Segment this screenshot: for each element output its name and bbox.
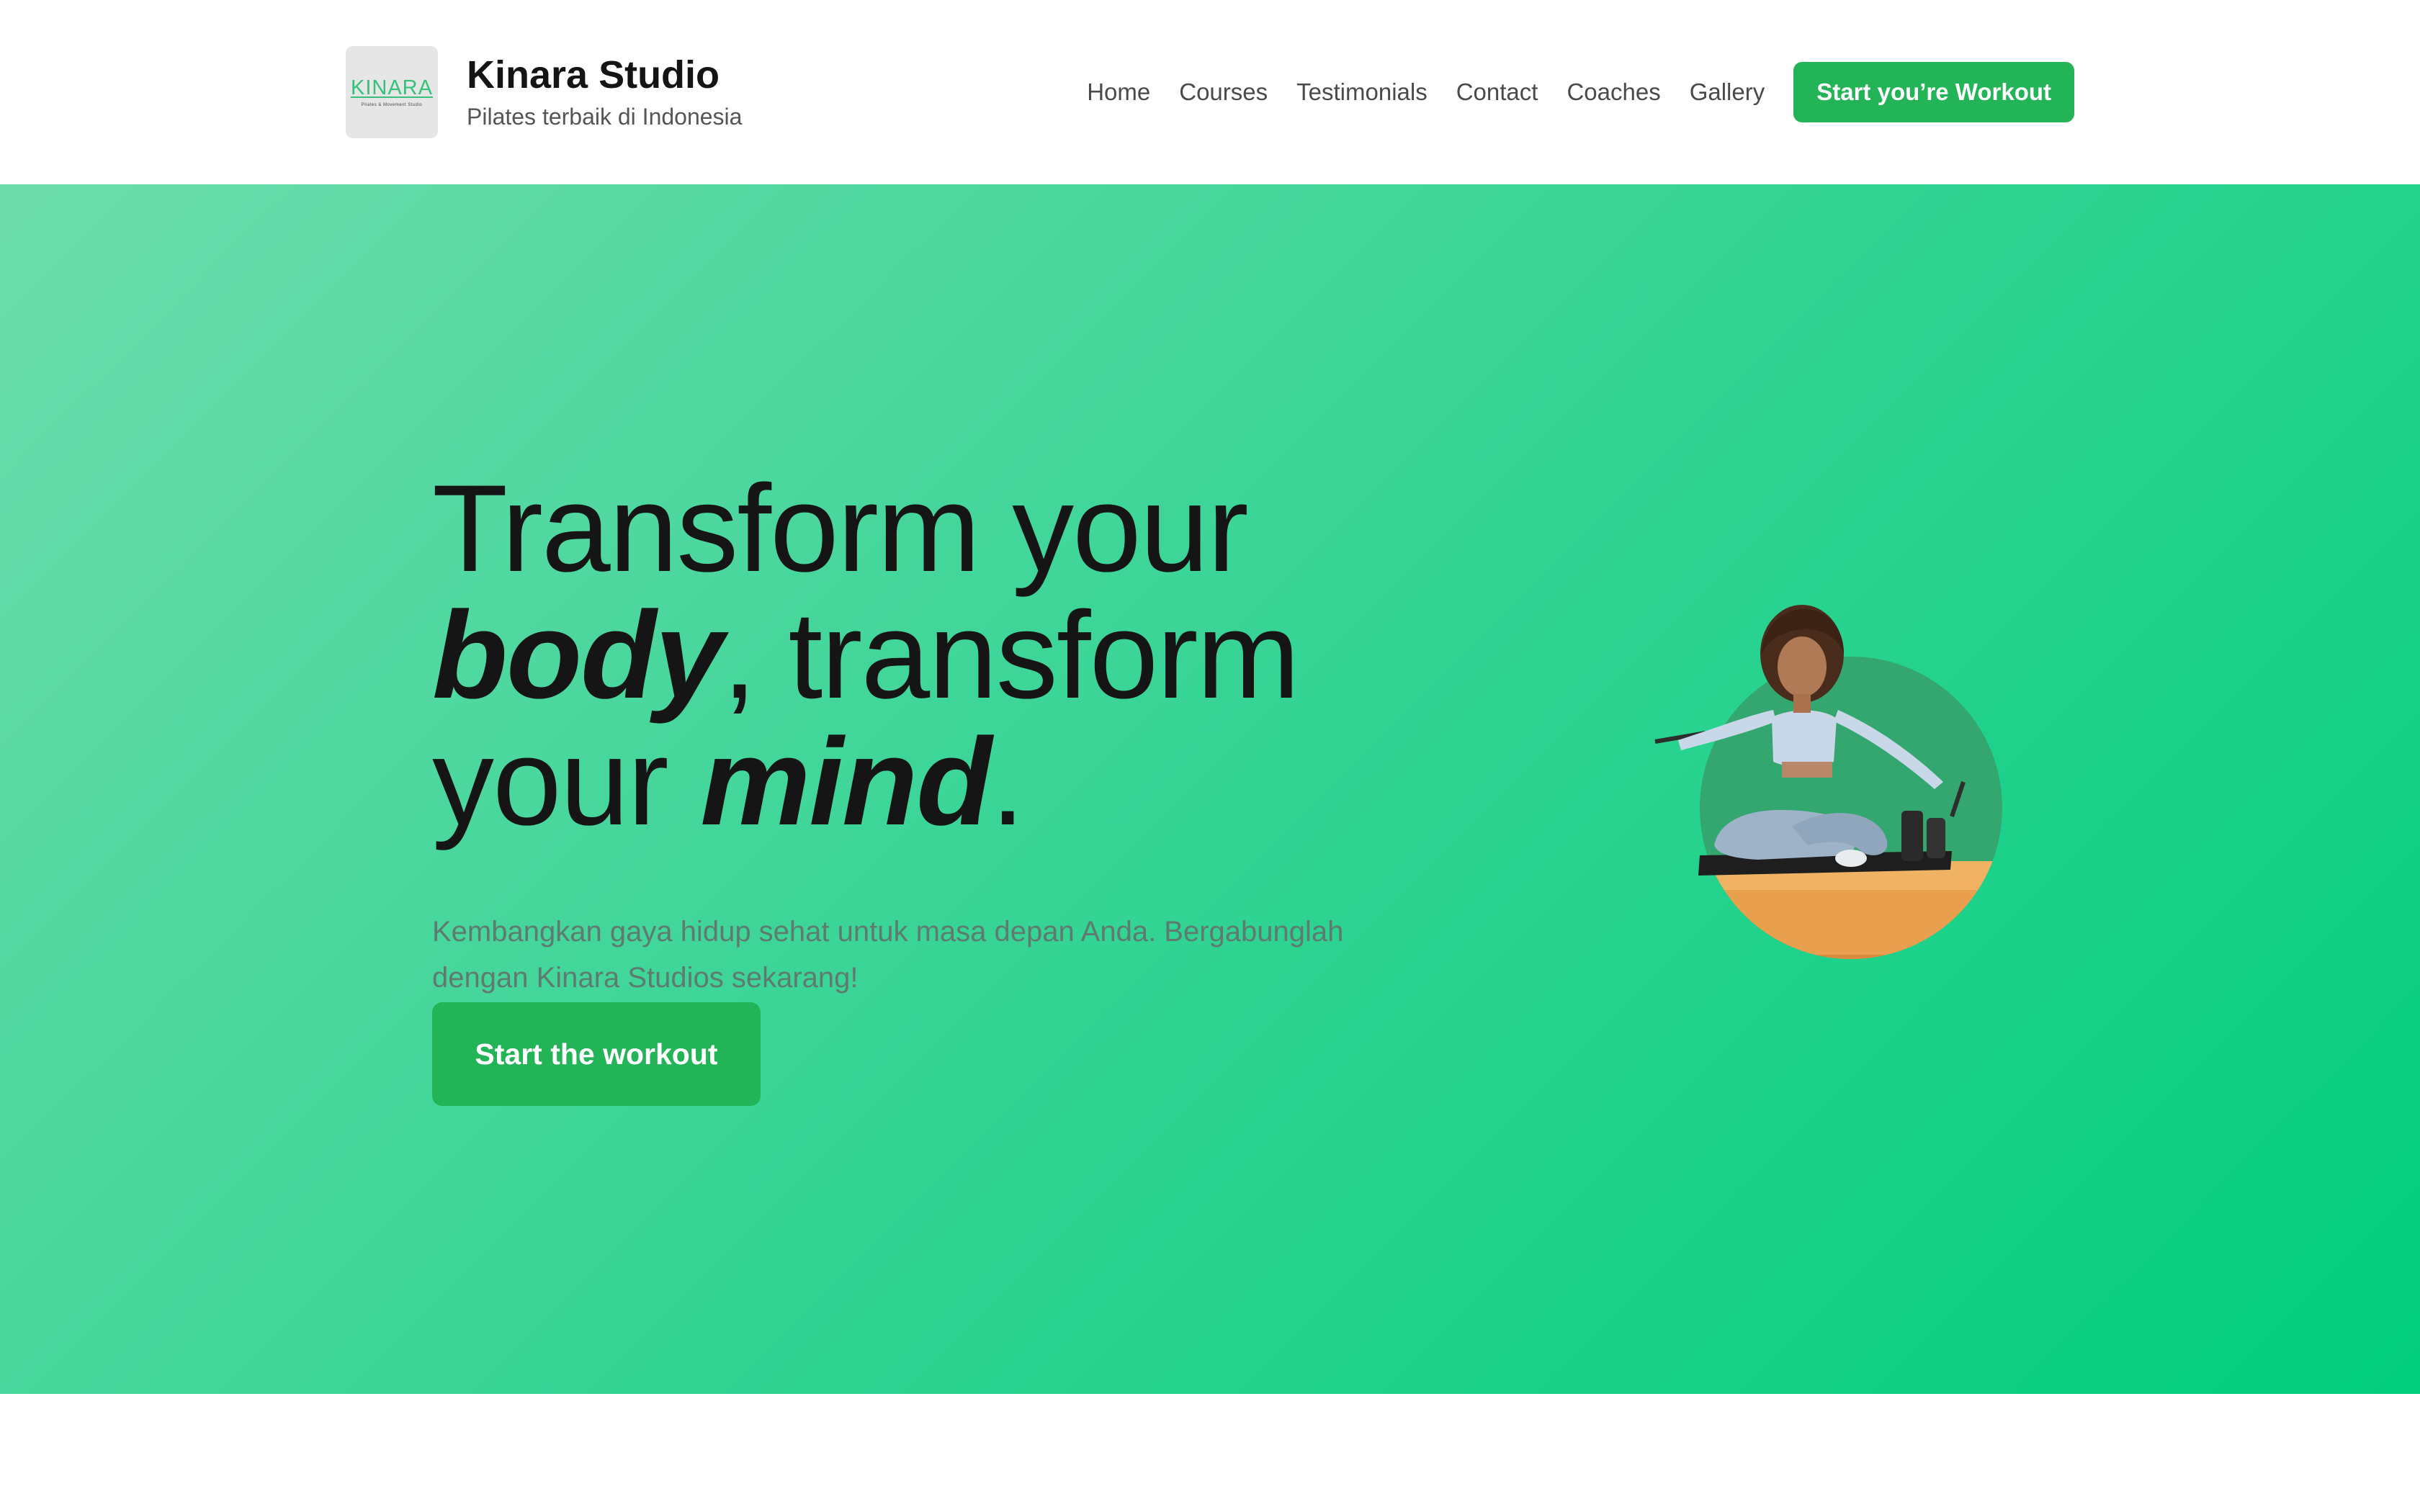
site-header: KINARA Pilates & Movement Studio Kinara … [0,0,2420,184]
headline-line-2-rest: , transform [722,586,1300,724]
start-workout-hero-button[interactable]: Start the workout [432,1002,761,1106]
brand-logo[interactable]: KINARA Pilates & Movement Studio [346,46,438,138]
headline-word-mind: mind [700,713,992,851]
hero-subtitle: Kembangkan gaya hidup sehat untuk masa d… [432,916,1344,994]
headline-line-1: Transform your [432,459,1249,598]
nav-link-home[interactable]: Home [1087,78,1150,106]
hero-section: Transform your body, transform your mind. … [0,184,2420,1394]
brand-title: Kinara Studio [467,53,720,96]
logo-wordmark: KINARA [351,76,433,99]
nav-link-gallery[interactable]: Gallery [1690,78,1765,106]
start-workout-nav-button[interactable]: Start you’re Workout [1793,62,2074,122]
headline-word-body: body [432,586,724,724]
hero-headline: Transform your body, transform your mind. [432,465,1300,845]
nav-link-coaches[interactable]: Coaches [1567,78,1660,106]
nav-link-testimonials[interactable]: Testimonials [1296,78,1428,106]
nav-link-contact[interactable]: Contact [1456,78,1538,106]
hero-image [1654,605,2002,959]
main-nav: Home Courses Testimonials Contact Coache… [1087,62,2074,122]
brand-text: Kinara Studio Pilates terbaik di Indones… [467,53,743,130]
brand[interactable]: KINARA Pilates & Movement Studio Kinara … [346,46,742,138]
headline-line-3-start: your [432,713,701,851]
brand-tagline: Pilates terbaik di Indonesia [467,104,743,130]
nav-link-courses[interactable]: Courses [1179,78,1268,106]
logo-subtext: Pilates & Movement Studio [361,102,423,107]
headline-line-3-end: . [990,713,1025,851]
